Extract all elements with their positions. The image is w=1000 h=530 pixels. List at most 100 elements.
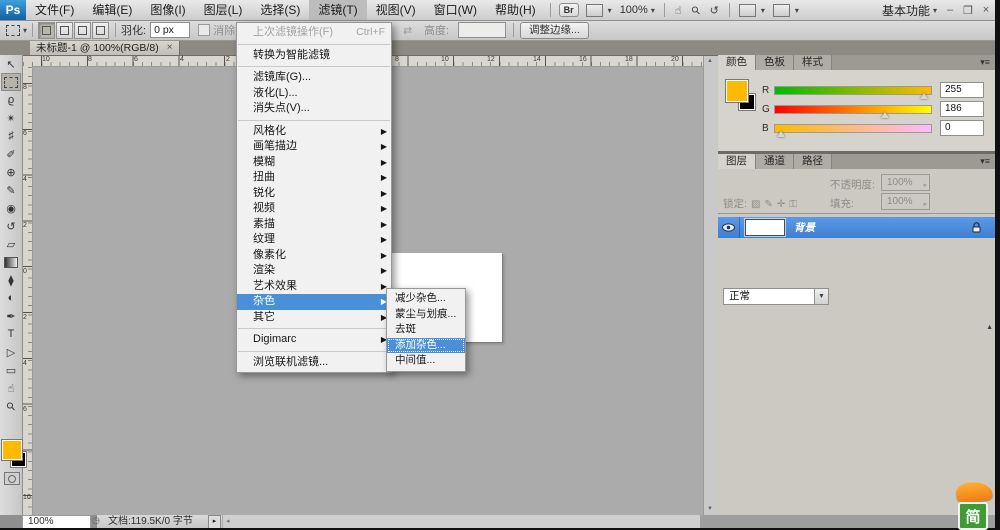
filter-menu-item-brush-strokes[interactable]: 画笔描边▶: [237, 139, 391, 155]
zoom-level-dropdown[interactable]: 100%: [620, 4, 655, 16]
blend-mode-dropdown[interactable]: 正常 ▼: [723, 288, 816, 305]
menubar-item-filter[interactable]: 滤镜(T): [309, 0, 366, 20]
lock-position-icon[interactable]: ✛: [777, 199, 785, 210]
gradient-tool[interactable]: [1, 253, 21, 271]
close-button[interactable]: ×: [977, 4, 995, 16]
noise-submenu-item-add-noise[interactable]: 添加杂色...: [387, 338, 465, 354]
filter-menu-item-liquify[interactable]: 液化(L)...: [237, 86, 391, 102]
refine-edge-button[interactable]: 调整边缘...: [520, 22, 589, 39]
filter-menu-item-digimarc[interactable]: Digimarc▶: [237, 332, 391, 348]
brush-tool[interactable]: ✎: [1, 181, 21, 199]
shape-tool[interactable]: ▭: [1, 361, 21, 379]
slider-thumb-icon[interactable]: [777, 131, 785, 137]
filter-menu-item-vanishing-point[interactable]: 消失点(V)...: [237, 101, 391, 117]
tab-channels[interactable]: 通道: [756, 154, 794, 169]
horizontal-scrollbar[interactable]: ◂: [222, 515, 704, 528]
opacity-value[interactable]: 100%▸: [881, 174, 930, 191]
healing-brush-tool[interactable]: ⊕: [1, 163, 21, 181]
filter-menu-item-sharpen[interactable]: 锐化▶: [237, 186, 391, 202]
status-menu-button[interactable]: ▸: [208, 515, 221, 529]
channel-value-R[interactable]: 255: [940, 82, 984, 98]
panel-scroll-up-icon[interactable]: ▲: [986, 324, 993, 331]
tab-styles[interactable]: 样式: [794, 55, 832, 70]
layer-visibility-toggle[interactable]: [718, 217, 740, 238]
filter-menu-item-sketch[interactable]: 素描▶: [237, 217, 391, 233]
pen-tool[interactable]: ✒: [1, 307, 21, 325]
channel-value-G[interactable]: 186: [940, 101, 984, 117]
foreground-color-swatch[interactable]: [2, 440, 22, 460]
path-selection-tool[interactable]: ▷: [1, 343, 21, 361]
filter-menu-item-video[interactable]: 视频▶: [237, 201, 391, 217]
noise-submenu-item-reduce-noise[interactable]: 减少杂色...: [387, 291, 465, 307]
noise-submenu-item-dust-and-scratches[interactable]: 蒙尘与划痕...: [387, 307, 465, 323]
anti-alias-checkbox[interactable]: [198, 24, 210, 36]
panel-menu-icon[interactable]: ▾≡: [975, 154, 995, 169]
workspace-switcher[interactable]: 基本功能: [882, 2, 937, 19]
menubar-item-file[interactable]: 文件(F): [26, 0, 83, 20]
quick-mask-button[interactable]: [4, 472, 20, 485]
blur-tool[interactable]: ⧫: [1, 271, 21, 289]
magic-wand-tool[interactable]: ✴: [1, 109, 21, 127]
tab-layers[interactable]: 图层: [718, 154, 756, 169]
zoom-tool-icon[interactable]: ⚲: [685, 0, 707, 21]
layer-row-background[interactable]: 背景: [718, 217, 995, 238]
channel-slider-B[interactable]: [774, 124, 932, 133]
tool-preset-picker[interactable]: [4, 25, 27, 36]
height-input[interactable]: [458, 22, 506, 38]
tab-paths[interactable]: 路径: [794, 154, 832, 169]
menubar-item-help[interactable]: 帮助(H): [486, 0, 545, 20]
menubar-item-window[interactable]: 窗口(W): [425, 0, 486, 20]
menubar-item-layer[interactable]: 图层(L): [195, 0, 252, 20]
layer-name[interactable]: 背景: [794, 220, 815, 235]
zoom-tool[interactable]: ⚲: [1, 397, 21, 415]
layer-thumbnail[interactable]: [745, 219, 785, 236]
menubar-item-select[interactable]: 选择(S): [251, 0, 309, 20]
view-extras-button[interactable]: [586, 4, 612, 17]
filter-menu-item-smart-filters[interactable]: 转换为智能滤镜: [237, 48, 391, 64]
add-to-selection-button[interactable]: [56, 22, 73, 39]
tab-color[interactable]: 颜色: [718, 55, 756, 70]
document-tab[interactable]: 未标题-1 @ 100%(RGB/8) ×: [30, 40, 180, 55]
filter-menu-item-stylize[interactable]: 风格化▶: [237, 124, 391, 140]
hand-tool-icon[interactable]: ☝: [670, 4, 687, 17]
intersect-selection-button[interactable]: [92, 22, 109, 39]
lasso-tool[interactable]: ϱ: [1, 91, 21, 109]
lock-all-icon[interactable]: ⚿: [789, 199, 797, 210]
filter-menu-item-artistic[interactable]: 艺术效果▶: [237, 279, 391, 295]
new-selection-button[interactable]: [38, 22, 55, 39]
fill-value[interactable]: 100%▸: [881, 193, 930, 210]
panel-menu-icon[interactable]: ▾≡: [975, 55, 995, 70]
filter-menu-item-distort[interactable]: 扭曲▶: [237, 170, 391, 186]
menubar-item-image[interactable]: 图像(I): [141, 0, 194, 20]
eyedropper-tool[interactable]: ✐: [1, 145, 21, 163]
history-brush-tool[interactable]: ↺: [1, 217, 21, 235]
restore-button[interactable]: ❐: [959, 4, 977, 17]
filter-menu-item-browse-filters-online[interactable]: 浏览联机滤镜...: [237, 355, 391, 371]
hand-tool[interactable]: ☝: [1, 379, 21, 397]
filter-menu-item-blur[interactable]: 模糊▶: [237, 155, 391, 171]
lock-transparent-pixels-icon[interactable]: ▨: [751, 199, 760, 210]
channel-slider-R[interactable]: [774, 86, 932, 95]
filter-menu-item-filter-gallery[interactable]: 滤镜库(G)...: [237, 70, 391, 86]
noise-submenu-item-despeckle[interactable]: 去斑: [387, 322, 465, 338]
filter-menu-item-pixelate[interactable]: 像素化▶: [237, 248, 391, 264]
lock-image-pixels-icon[interactable]: ✎: [764, 199, 772, 210]
menubar-item-edit[interactable]: 编辑(E): [83, 0, 141, 20]
filter-menu-item-noise[interactable]: 杂色▶: [237, 294, 391, 310]
feather-input[interactable]: 0 px: [150, 22, 190, 38]
rectangular-marquee-tool[interactable]: [1, 73, 21, 91]
dodge-tool[interactable]: ◐: [1, 289, 21, 307]
slider-thumb-icon[interactable]: [881, 112, 889, 118]
channel-value-B[interactable]: 0: [940, 120, 984, 136]
minimize-button[interactable]: –: [941, 4, 959, 16]
eraser-tool[interactable]: ▱: [1, 235, 21, 253]
filter-menu-item-texture[interactable]: 纹理▶: [237, 232, 391, 248]
clone-stamp-tool[interactable]: ◉: [1, 199, 21, 217]
tab-swatches[interactable]: 色板: [756, 55, 794, 70]
scroll-down-icon[interactable]: ▼: [707, 506, 713, 512]
tab-close-icon[interactable]: ×: [167, 42, 173, 53]
move-tool[interactable]: ↖: [1, 55, 21, 73]
crop-tool[interactable]: ♯: [1, 127, 21, 145]
launch-bridge-button[interactable]: Br: [559, 3, 579, 17]
slider-thumb-icon[interactable]: [920, 93, 928, 99]
